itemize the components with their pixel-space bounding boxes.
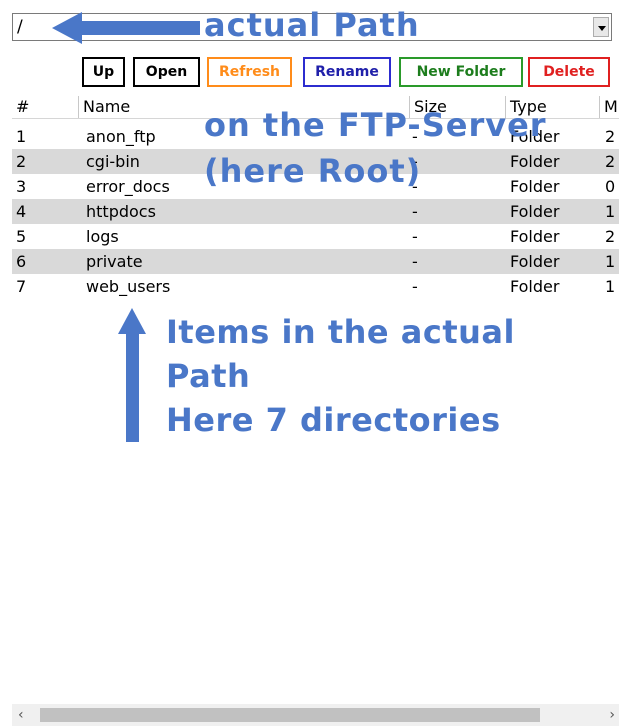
open-button[interactable]: Open xyxy=(133,57,200,87)
annotation-ftp-line2: (here Root) xyxy=(204,152,422,190)
row-number: 7 xyxy=(16,277,27,296)
row-modified: 1 xyxy=(605,202,616,221)
up-button[interactable]: Up xyxy=(82,57,125,87)
annotation-items-line2: Path xyxy=(166,357,251,395)
row-number: 4 xyxy=(16,202,27,221)
horizontal-scrollbar[interactable]: ‹ › xyxy=(12,704,619,726)
chevron-right-icon[interactable]: › xyxy=(609,707,615,723)
row-size: - xyxy=(412,202,418,221)
row-number: 1 xyxy=(16,127,27,146)
row-name: logs xyxy=(86,227,119,246)
table-row[interactable]: 7 web_users - Folder 1 xyxy=(12,274,619,299)
row-name: web_users xyxy=(86,277,171,296)
column-header-number[interactable]: # xyxy=(12,96,78,118)
chevron-left-icon[interactable]: ‹ xyxy=(18,707,24,723)
row-number: 3 xyxy=(16,177,27,196)
row-number: 2 xyxy=(16,152,27,171)
row-name: httpdocs xyxy=(86,202,156,221)
row-number: 5 xyxy=(16,227,27,246)
scrollbar-thumb[interactable] xyxy=(40,708,540,722)
new-folder-button[interactable]: New Folder xyxy=(399,57,523,87)
table-row[interactable]: 6 private - Folder 1 xyxy=(12,249,619,274)
delete-button[interactable]: Delete xyxy=(528,57,610,87)
annotation-items: Items in the actual Path Here 7 director… xyxy=(166,310,515,442)
row-size: - xyxy=(412,227,418,246)
file-list: 1 anon_ftp - Folder 2 2 cgi-bin - Folder… xyxy=(12,124,619,299)
annotation-ftp-line1: on the FTP-Server xyxy=(204,106,547,144)
row-modified: 2 xyxy=(605,152,616,171)
row-name: error_docs xyxy=(86,177,170,196)
row-type: Folder xyxy=(510,152,560,171)
annotation-items-line1: Items in the actual xyxy=(166,313,515,351)
table-row[interactable]: 5 logs - Folder 2 xyxy=(12,224,619,249)
row-size: - xyxy=(412,252,418,271)
row-type: Folder xyxy=(510,202,560,221)
row-name: anon_ftp xyxy=(86,127,156,146)
row-name: cgi-bin xyxy=(86,152,140,171)
row-modified: 2 xyxy=(605,227,616,246)
arrow-up-icon xyxy=(118,308,146,442)
annotation-path-label: actual Path xyxy=(204,6,420,44)
annotation-items-line3: Here 7 directories xyxy=(166,401,501,439)
row-modified: 1 xyxy=(605,252,616,271)
row-type: Folder xyxy=(510,227,560,246)
chevron-down-icon[interactable] xyxy=(593,17,609,37)
row-modified: 1 xyxy=(605,277,616,296)
row-type: Folder xyxy=(510,277,560,296)
row-type: Folder xyxy=(510,252,560,271)
row-modified: 2 xyxy=(605,127,616,146)
row-type: Folder xyxy=(510,177,560,196)
column-header-modified[interactable]: M xyxy=(599,96,619,118)
rename-button[interactable]: Rename xyxy=(303,57,391,87)
row-modified: 0 xyxy=(605,177,616,196)
row-name: private xyxy=(86,252,143,271)
refresh-button[interactable]: Refresh xyxy=(207,57,292,87)
row-number: 6 xyxy=(16,252,27,271)
table-row[interactable]: 4 httpdocs - Folder 1 xyxy=(12,199,619,224)
row-size: - xyxy=(412,277,418,296)
